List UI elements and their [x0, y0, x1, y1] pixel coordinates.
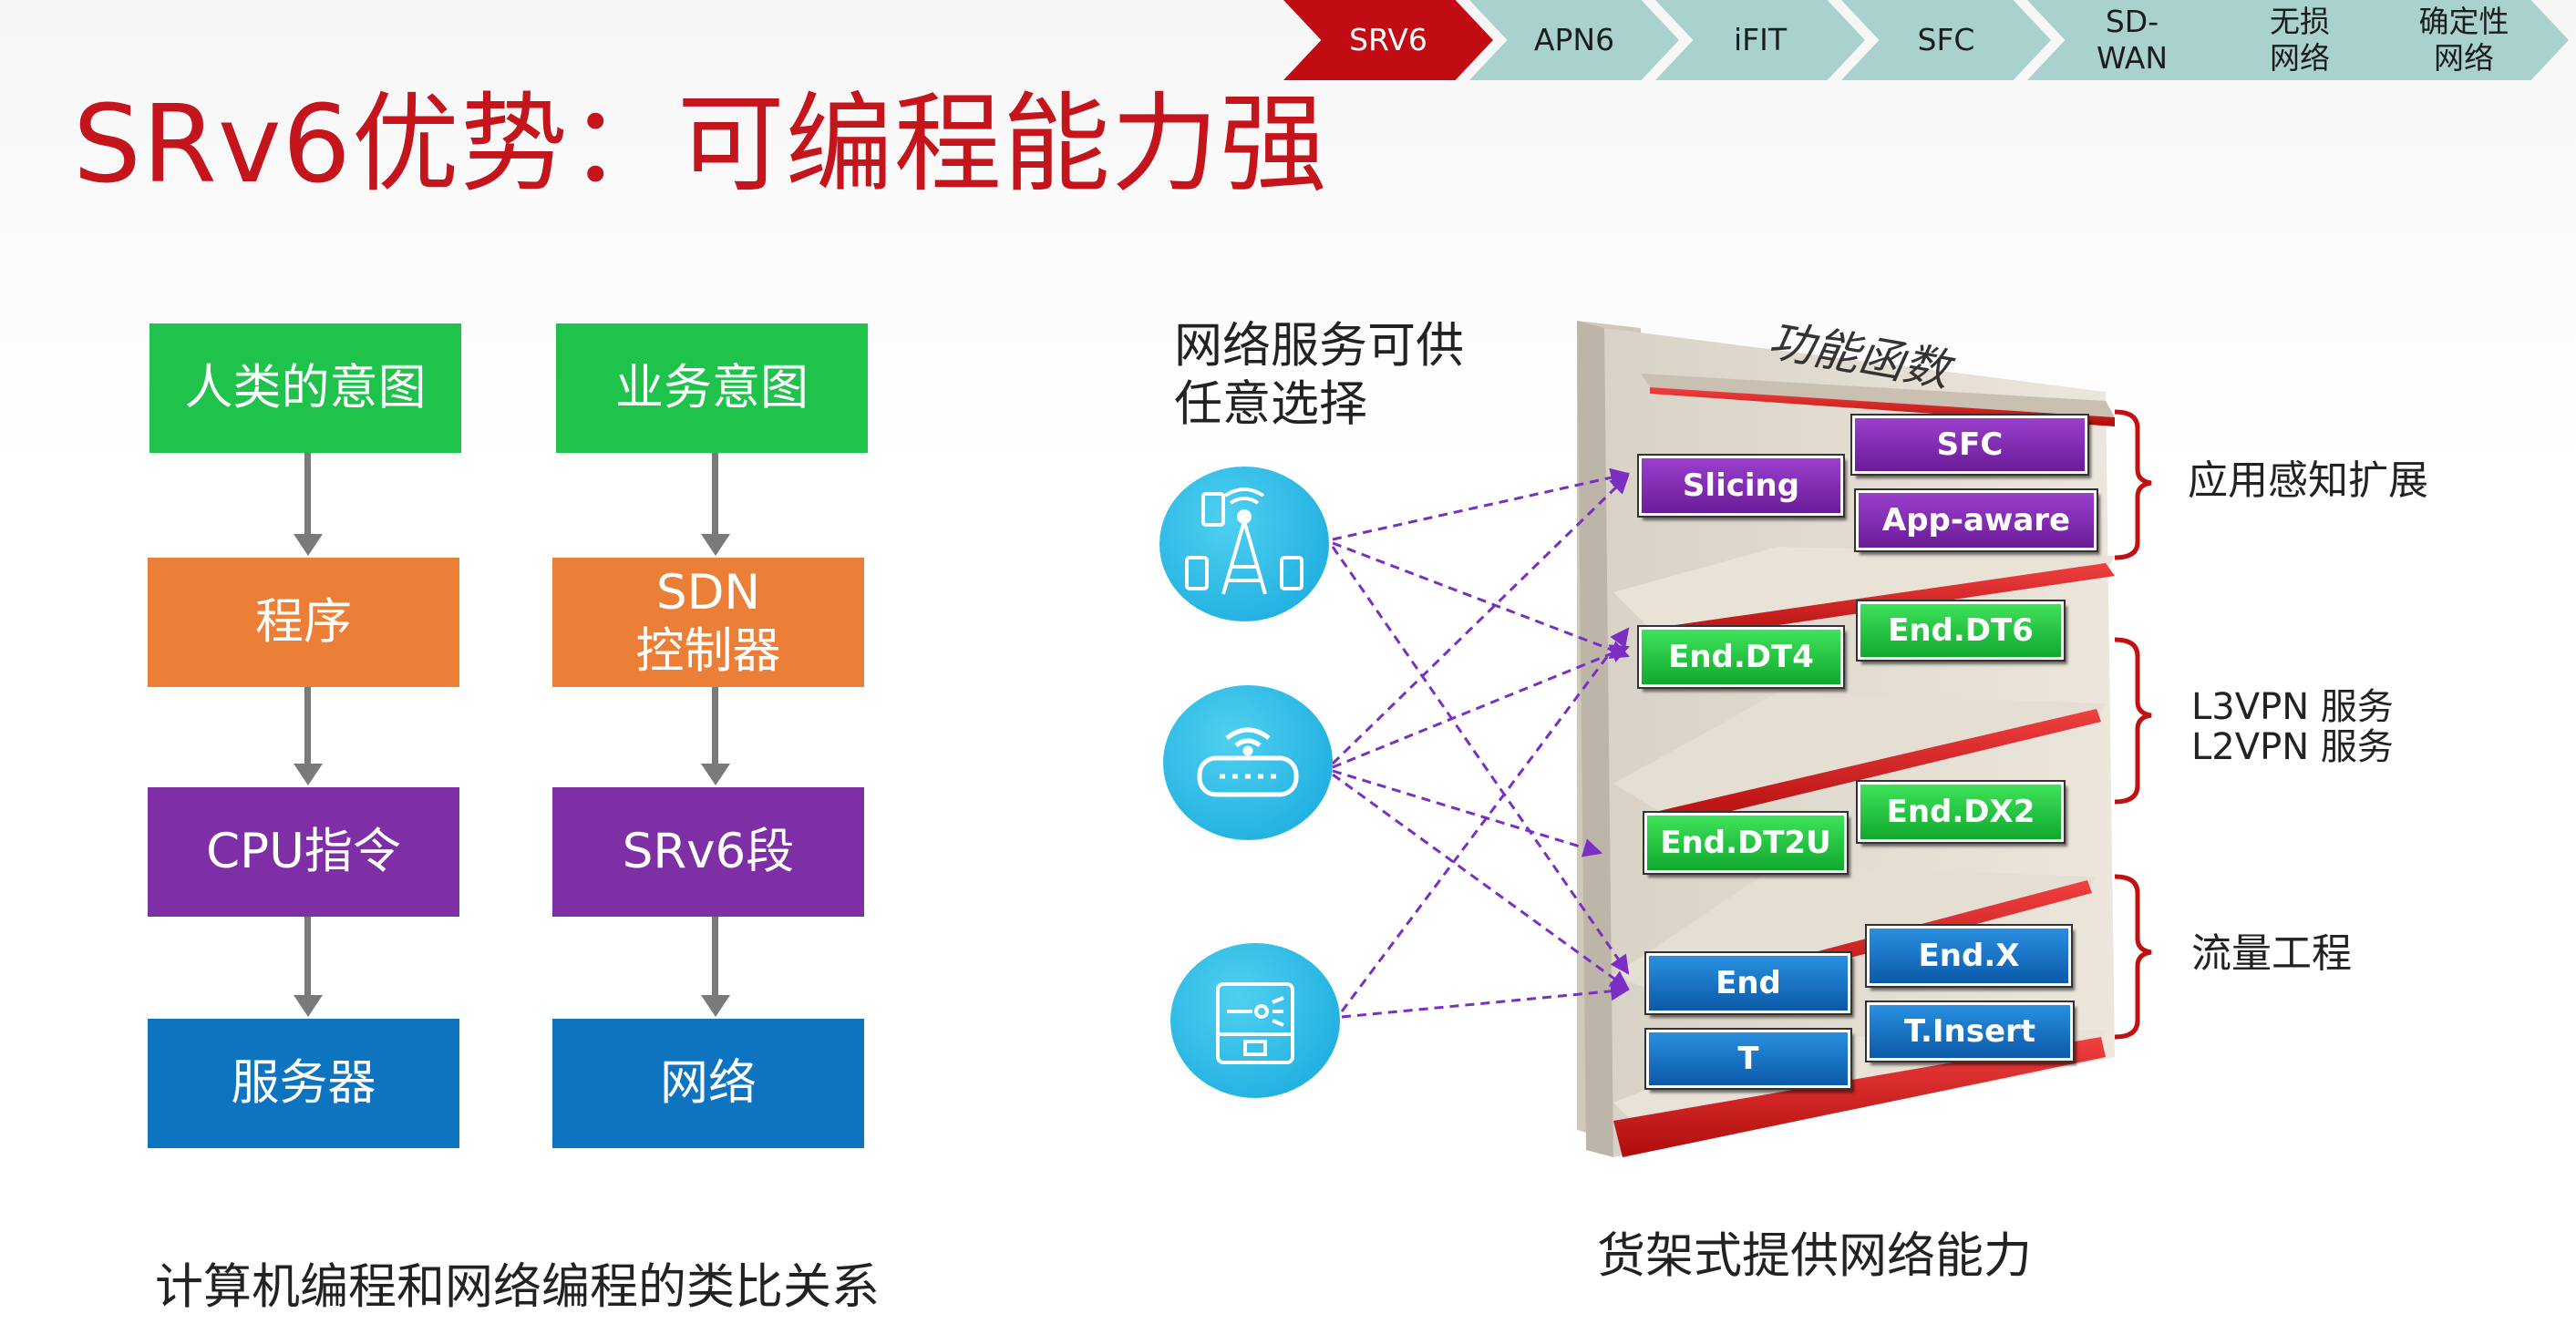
func-sfc[interactable]: SFC — [1850, 414, 2089, 476]
func-end-dt4[interactable]: End.DT4 — [1637, 625, 1845, 689]
group-label-traffic-engineering: 流量工程 — [2191, 930, 2352, 977]
func-t[interactable]: T — [1644, 1028, 1852, 1090]
router-wifi-icon — [1163, 685, 1333, 840]
func-end-dt6[interactable]: End.DT6 — [1856, 600, 2066, 662]
wireless-tower-icon — [1159, 467, 1329, 621]
right-caption: 货架式提供网络能力 — [1597, 1228, 2032, 1284]
func-app-aware[interactable]: App-aware — [1854, 488, 2098, 552]
group-label-vpn: L3VPN 服务 L2VPN 服务 — [2191, 686, 2394, 768]
shelf-illustration — [1331, 321, 2152, 1157]
func-end[interactable]: End — [1644, 951, 1852, 1015]
func-end-x[interactable]: End.X — [1865, 924, 2073, 988]
func-t-insert[interactable]: T.Insert — [1865, 1000, 2075, 1062]
func-end-dt2u[interactable]: End.DT2U — [1643, 811, 1849, 875]
func-slicing[interactable]: Slicing — [1637, 454, 1845, 518]
group-label-app-aware: 应用感知扩展 — [2188, 457, 2428, 504]
services-heading: 网络服务可供 任意选择 — [1174, 318, 1464, 432]
func-end-dx2[interactable]: End.DX2 — [1856, 780, 2066, 844]
traffic-device-icon — [1170, 943, 1340, 1098]
